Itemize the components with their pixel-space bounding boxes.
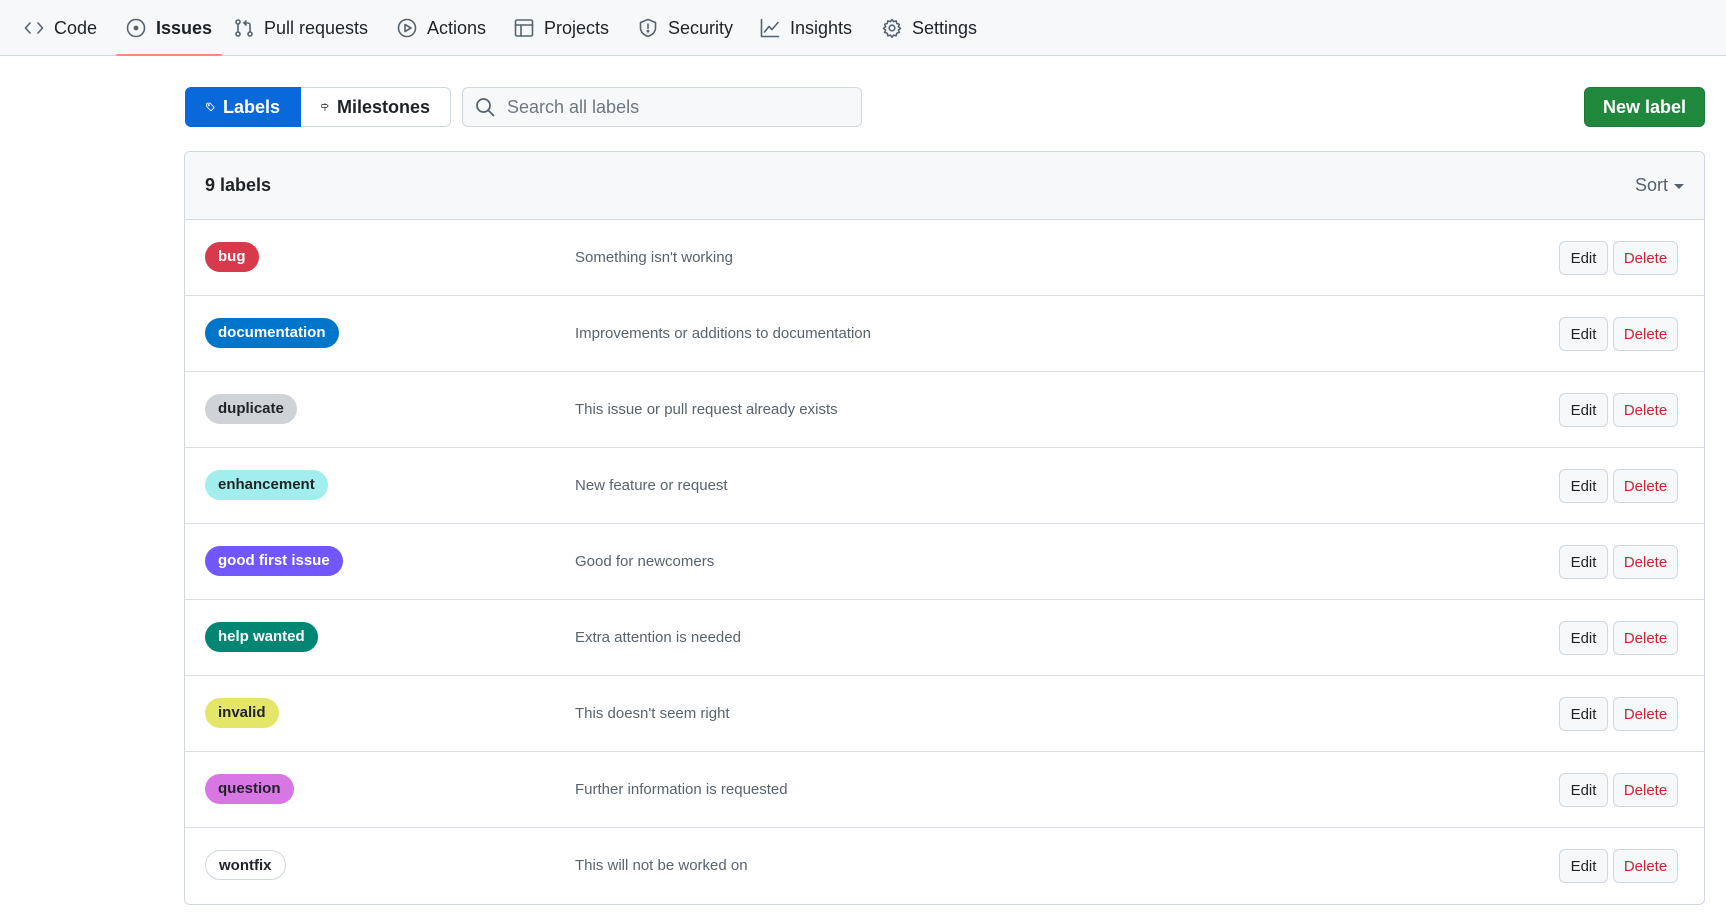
- label-description: This doesn't seem right: [575, 705, 730, 722]
- code-icon: [24, 22, 44, 34]
- label-row: invalid This doesn't seem right Edit Delete: [185, 676, 1704, 752]
- label-row: bug Something isn't working Edit Delete: [185, 220, 1704, 296]
- label-description: Good for newcomers: [575, 553, 715, 570]
- new-label-button[interactable]: New label: [1584, 87, 1705, 127]
- delete-label-button[interactable]: Delete: [1613, 317, 1678, 351]
- label-row: good first issue Good for newcomers Edit De…: [185, 524, 1704, 600]
- delete-label-button[interactable]: Delete: [1613, 773, 1678, 807]
- label-description: New feature or request: [575, 477, 728, 494]
- nav-actions-label: Actions: [427, 17, 487, 38]
- git-pull-request-icon: [235, 19, 253, 37]
- nav-actions[interactable]: Actions: [397, 0, 486, 56]
- label-description: Improvements or additions to documentati…: [575, 325, 871, 342]
- milestones-tab-label: Milestones: [336, 96, 430, 117]
- nav-projects[interactable]: Projects: [514, 0, 609, 56]
- nav-security-label: Security: [668, 17, 734, 38]
- shield-icon: [639, 18, 657, 38]
- sort-label: Sort: [1634, 175, 1668, 195]
- edit-label-button[interactable]: Edit: [1559, 317, 1608, 351]
- label-actions: Edit Delete: [1559, 393, 1678, 427]
- nav-settings[interactable]: Settings: [882, 0, 977, 56]
- label-description: This will not be worked on: [575, 857, 748, 874]
- labels-milestones-toggle: Labels Milestones: [185, 87, 451, 127]
- edit-label-button[interactable]: Edit: [1559, 469, 1608, 503]
- label-row: enhancement New feature or request Edit Del…: [185, 448, 1704, 524]
- label-actions: Edit Delete: [1559, 317, 1678, 351]
- nav-security[interactable]: Security: [638, 0, 733, 56]
- label-description: Further information is requested: [575, 781, 788, 798]
- labels-tab-label: Labels: [222, 96, 280, 117]
- nav-projects-label: Projects: [544, 17, 610, 38]
- issue-opened-icon: [126, 18, 146, 38]
- label-pill[interactable]: good first issue: [205, 546, 343, 576]
- nav-settings-label: Settings: [912, 17, 978, 38]
- delete-label-button[interactable]: Delete: [1613, 697, 1678, 731]
- label-actions: Edit Delete: [1559, 545, 1678, 579]
- edit-label-button[interactable]: Edit: [1559, 393, 1608, 427]
- nav-pull-requests[interactable]: Pull requests: [234, 0, 368, 56]
- edit-label-button[interactable]: Edit: [1559, 241, 1608, 275]
- nav-code-label: Code: [54, 17, 98, 38]
- search-icon: [476, 98, 495, 117]
- labels-tab[interactable]: Labels: [185, 87, 301, 127]
- labels-list-box: 9 labels Sort bug Something isn't working…: [184, 151, 1705, 905]
- label-pill[interactable]: bug: [205, 242, 259, 272]
- label-description: Extra attention is needed: [575, 629, 741, 646]
- nav-pull-requests-label: Pull requests: [264, 17, 369, 38]
- milestone-icon: [321, 103, 329, 111]
- search-labels-input[interactable]: [507, 96, 837, 118]
- label-pill[interactable]: question: [205, 774, 294, 804]
- labels-count: 9 labels: [205, 175, 272, 195]
- label-actions: Edit Delete: [1559, 773, 1678, 807]
- label-row: help wanted Extra attention is needed Edit…: [185, 600, 1704, 676]
- edit-label-button[interactable]: Edit: [1559, 545, 1608, 579]
- delete-label-button[interactable]: Delete: [1613, 545, 1678, 579]
- tag-icon: [206, 102, 215, 112]
- gear-icon: [882, 18, 902, 38]
- play-icon: [397, 18, 417, 38]
- table-icon: [514, 19, 534, 37]
- label-pill[interactable]: invalid: [205, 698, 279, 728]
- nav-code[interactable]: Code: [24, 0, 97, 56]
- edit-label-button[interactable]: Edit: [1559, 849, 1608, 883]
- delete-label-button[interactable]: Delete: [1613, 621, 1678, 655]
- label-row: duplicate This issue or pull request alre…: [185, 372, 1704, 448]
- label-actions: Edit Delete: [1559, 697, 1678, 731]
- label-pill[interactable]: wontfix: [205, 850, 286, 880]
- label-description: This issue or pull request already exist…: [575, 401, 838, 418]
- label-pill[interactable]: duplicate: [205, 394, 297, 424]
- nav-issues-label: Issues: [156, 17, 213, 38]
- edit-label-button[interactable]: Edit: [1559, 697, 1608, 731]
- label-pill[interactable]: help wanted: [205, 622, 318, 652]
- delete-label-button[interactable]: Delete: [1613, 469, 1678, 503]
- nav-insights[interactable]: Insights: [760, 0, 852, 56]
- graph-icon: [760, 18, 780, 38]
- label-row: question Further information is requested…: [185, 752, 1704, 828]
- labels-list-header: 9 labels Sort: [185, 152, 1704, 220]
- delete-label-button[interactable]: Delete: [1613, 849, 1678, 883]
- repo-nav: Code Issues Pull requests Actions Projec…: [0, 0, 1726, 56]
- label-pill[interactable]: documentation: [205, 318, 339, 348]
- label-pill[interactable]: enhancement: [205, 470, 328, 500]
- nav-insights-label: Insights: [790, 17, 853, 38]
- label-actions: Edit Delete: [1559, 469, 1678, 503]
- label-actions: Edit Delete: [1559, 621, 1678, 655]
- search-labels-field[interactable]: [462, 87, 862, 127]
- edit-label-button[interactable]: Edit: [1559, 773, 1608, 807]
- nav-issues[interactable]: Issues: [115, 0, 223, 56]
- edit-label-button[interactable]: Edit: [1559, 621, 1608, 655]
- label-description: Something isn't working: [575, 249, 733, 266]
- label-actions: Edit Delete: [1559, 241, 1678, 275]
- delete-label-button[interactable]: Delete: [1613, 241, 1678, 275]
- delete-label-button[interactable]: Delete: [1613, 393, 1678, 427]
- sort-dropdown[interactable]: Sort: [1635, 175, 1684, 196]
- labels-list: bug Something isn't working Edit Delete docu…: [185, 220, 1704, 904]
- milestones-tab[interactable]: Milestones: [301, 87, 451, 127]
- label-row: documentation Improvements or additions t…: [185, 296, 1704, 372]
- label-row: wontfix This will not be worked on Edit Del…: [185, 828, 1704, 904]
- caret-down-icon: [1674, 184, 1684, 189]
- label-actions: Edit Delete: [1559, 849, 1678, 883]
